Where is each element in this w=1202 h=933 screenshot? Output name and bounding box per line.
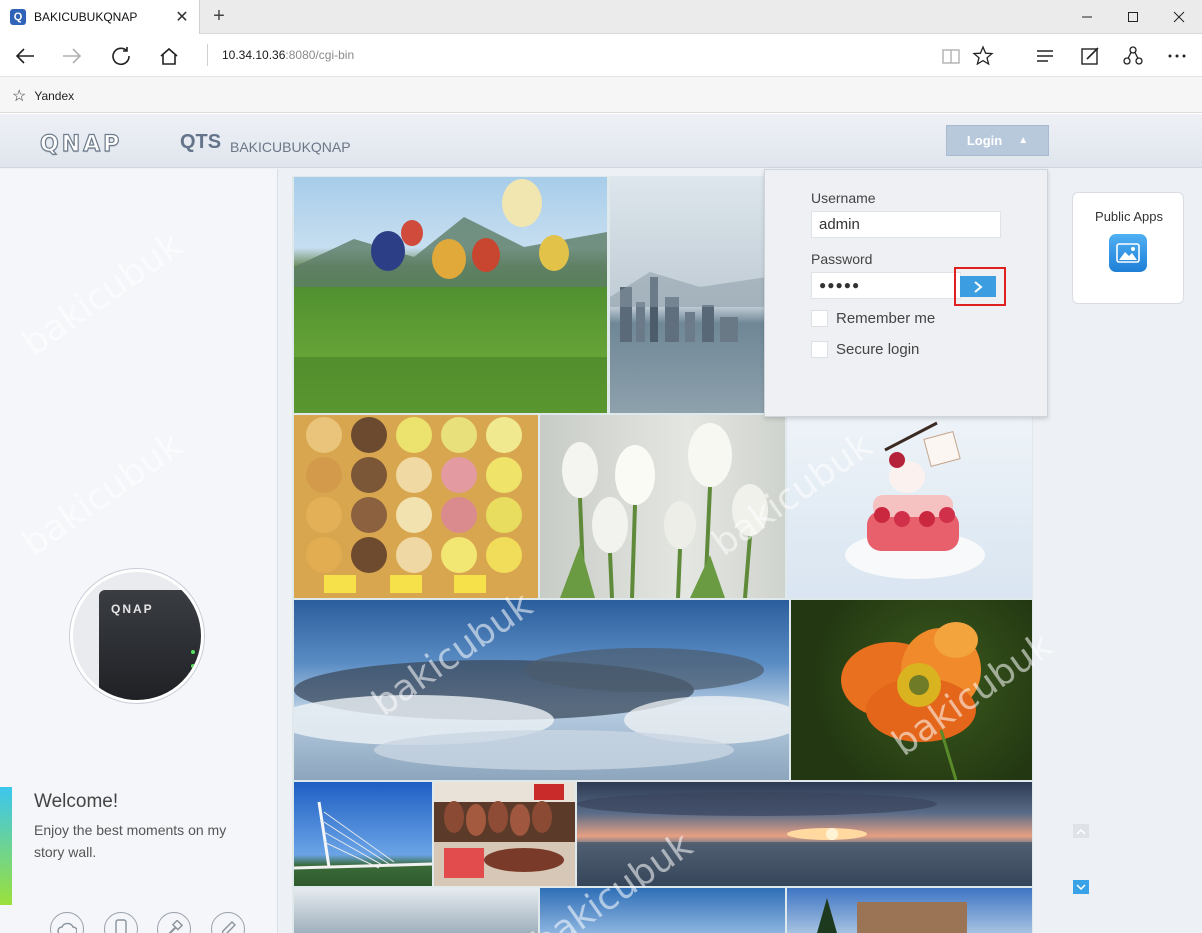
highlight-annotation — [954, 267, 1006, 306]
login-label: Login — [966, 133, 1003, 148]
nas-box: QNAP — [99, 590, 201, 700]
browser-tab[interactable]: Q BAKICUBUKQNAP ✕ — [0, 0, 200, 34]
tab-title: BAKICUBUKQNAP — [34, 10, 138, 24]
photo-building[interactable] — [787, 888, 1032, 933]
nas-device-image: QNAP — [70, 569, 204, 703]
share-icon[interactable] — [1116, 39, 1150, 73]
login-panel: Username admin Password ●●●●● Remember m… — [764, 169, 1048, 417]
home-button[interactable] — [152, 39, 186, 73]
nas-led — [191, 664, 195, 668]
tab-close-icon[interactable]: ✕ — [171, 7, 193, 27]
star-icon: ☆ — [12, 88, 27, 105]
login-toggle-button[interactable]: Login ▲ — [946, 125, 1049, 156]
photo-blue-sky[interactable] — [540, 888, 785, 933]
public-apps-label: Public Apps — [1095, 209, 1163, 224]
edit-icon[interactable] — [210, 912, 245, 933]
photo-market-hams[interactable] — [434, 782, 575, 886]
qnap-logo: QNAP — [39, 131, 123, 157]
new-tab-button[interactable]: + — [206, 4, 232, 30]
remember-me-checkbox[interactable] — [811, 310, 828, 327]
nas-logo: QNAP — [111, 602, 154, 616]
back-button[interactable] — [8, 39, 42, 73]
photo-sky-clouds[interactable] — [294, 600, 789, 780]
photo-macarons[interactable] — [294, 415, 538, 598]
secure-login-checkbox[interactable] — [811, 341, 828, 358]
caret-up-icon: ▲ — [1018, 135, 1029, 146]
photo-bridge[interactable] — [294, 782, 432, 886]
minimize-button[interactable] — [1064, 0, 1110, 34]
photo-city-skyline[interactable] — [610, 177, 767, 413]
photo-tulips[interactable] — [540, 415, 785, 598]
scroll-down-button[interactable] — [1073, 880, 1089, 894]
photo-snowy-forest[interactable] — [294, 888, 538, 933]
public-apps-card[interactable]: Public Apps — [1072, 192, 1184, 304]
secure-login-row[interactable]: Secure login — [811, 341, 919, 358]
forward-button[interactable] — [55, 39, 89, 73]
hub-icon[interactable] — [1028, 39, 1062, 73]
url-field[interactable]: 10.34.10.36:8080/cgi-bin — [207, 44, 354, 66]
web-note-icon[interactable] — [1073, 39, 1107, 73]
window-controls — [1064, 0, 1202, 34]
reading-view-icon[interactable] — [934, 39, 968, 73]
password-input[interactable]: ●●●●● — [811, 272, 961, 299]
close-window-button[interactable] — [1156, 0, 1202, 34]
left-panel: QNAP Welcome! Enjoy the best moments on … — [0, 169, 278, 933]
favorites-bar: ☆ Yandex — [0, 77, 1202, 113]
photo-orange-flower[interactable] — [791, 600, 1032, 780]
url-host: 10.34.10.36 — [222, 48, 286, 62]
password-label: Password — [811, 251, 873, 267]
maximize-button[interactable] — [1110, 0, 1156, 34]
accent-bar — [0, 787, 12, 905]
mobile-icon[interactable] — [103, 912, 138, 933]
qnap-header: QNAP QTS BAKICUBUKQNAP Login ▲ — [0, 114, 1202, 168]
photo-sunset-sea[interactable] — [577, 782, 1032, 886]
url-path: :8080/cgi-bin — [285, 48, 355, 62]
photo-dessert[interactable] — [787, 415, 1032, 598]
more-icon[interactable] — [1160, 39, 1194, 73]
qnap-login-page: QNAP QTS BAKICUBUKQNAP Login ▲ QNAP Welc… — [0, 114, 1202, 933]
qnap-favicon-icon: Q — [10, 9, 26, 25]
refresh-button[interactable] — [104, 39, 138, 73]
remember-me-row[interactable]: Remember me — [811, 310, 935, 327]
welcome-subtitle: Enjoy the best moments on my story wall. — [34, 822, 227, 860]
quick-links — [50, 912, 264, 933]
favorite-label: Yandex — [34, 89, 75, 103]
cloud-icon[interactable] — [50, 912, 84, 933]
scroll-up-button[interactable] — [1073, 824, 1089, 838]
browser-titlebar: Q BAKICUBUKQNAP ✕ + — [0, 0, 1202, 34]
photo-balloons[interactable] — [294, 177, 607, 413]
welcome-heading: Welcome! — [34, 791, 119, 812]
secure-login-label: Secure login — [836, 341, 920, 358]
favorite-yandex[interactable]: ☆ Yandex — [12, 86, 74, 106]
favorite-star-icon[interactable] — [966, 39, 1000, 73]
address-bar: 10.34.10.36:8080/cgi-bin — [0, 34, 1202, 77]
photo-station-icon[interactable] — [1109, 234, 1147, 272]
nas-led — [191, 650, 195, 654]
tools-icon[interactable] — [157, 912, 191, 933]
qts-label: QTS — [180, 131, 222, 153]
hostname: BAKICUBUKQNAP — [230, 139, 351, 155]
username-label: Username — [811, 190, 876, 206]
remember-me-label: Remember me — [836, 310, 936, 327]
username-input[interactable]: admin — [811, 211, 1001, 238]
